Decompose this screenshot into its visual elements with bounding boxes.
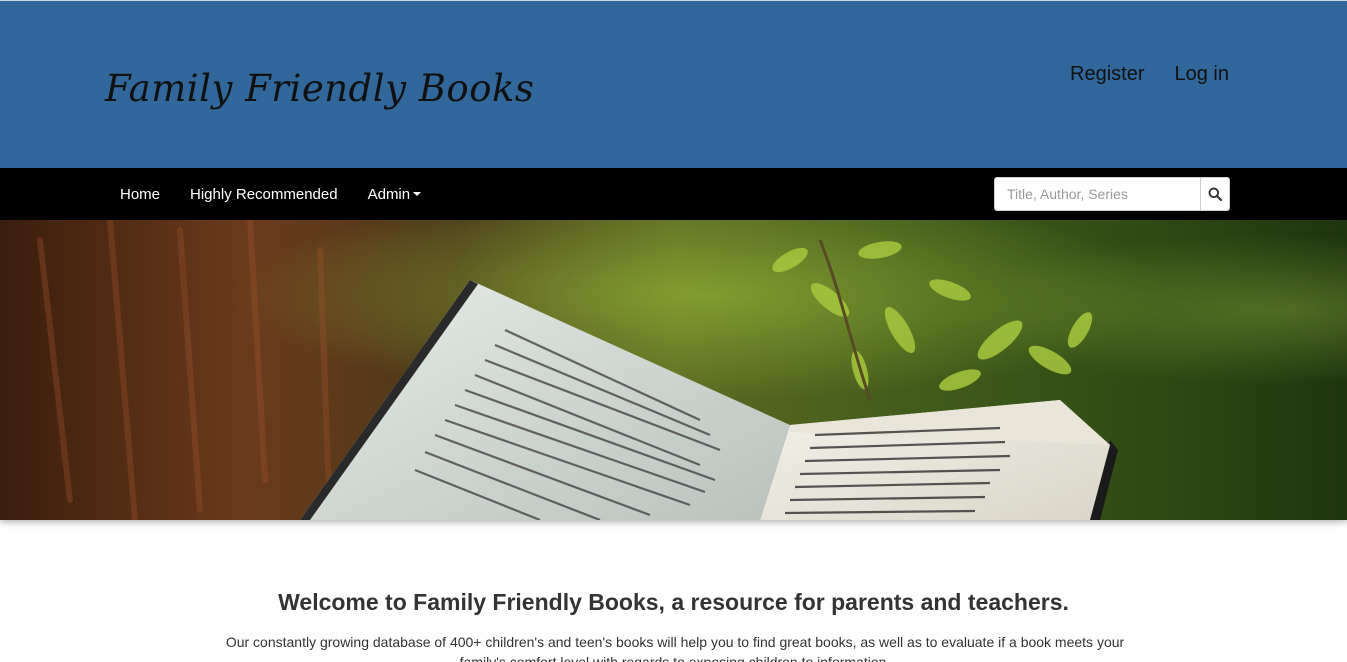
site-title[interactable]: Family Friendly Books — [105, 67, 534, 110]
nav-item-label: Admin — [367, 185, 411, 203]
search-group — [994, 177, 1230, 211]
nav-item-home[interactable]: Home — [105, 186, 175, 203]
intro-text: Our constantly growing database of 400+ … — [225, 634, 1125, 662]
auth-links: Register Log in — [1070, 63, 1229, 86]
hero-banner — [0, 220, 1347, 520]
nav-items: Home Highly Recommended Admin — [105, 168, 436, 220]
register-link[interactable]: Register — [1070, 63, 1144, 86]
search-button[interactable] — [1200, 178, 1229, 210]
nav-item-highly-recommended[interactable]: Highly Recommended — [175, 186, 353, 203]
nav-item-label: Highly Recommended — [190, 185, 338, 203]
nav-item-admin-dropdown[interactable]: Admin — [353, 186, 437, 203]
caret-down-icon — [413, 192, 422, 196]
search-icon — [1208, 187, 1222, 201]
hero-image — [0, 220, 1347, 520]
site-header: Family Friendly Books Register Log in — [0, 0, 1347, 168]
welcome-heading: Welcome to Family Friendly Books, a reso… — [278, 589, 1069, 615]
search-input[interactable] — [995, 178, 1200, 210]
login-link[interactable]: Log in — [1175, 63, 1230, 86]
nav-item-label: Home — [120, 185, 161, 203]
